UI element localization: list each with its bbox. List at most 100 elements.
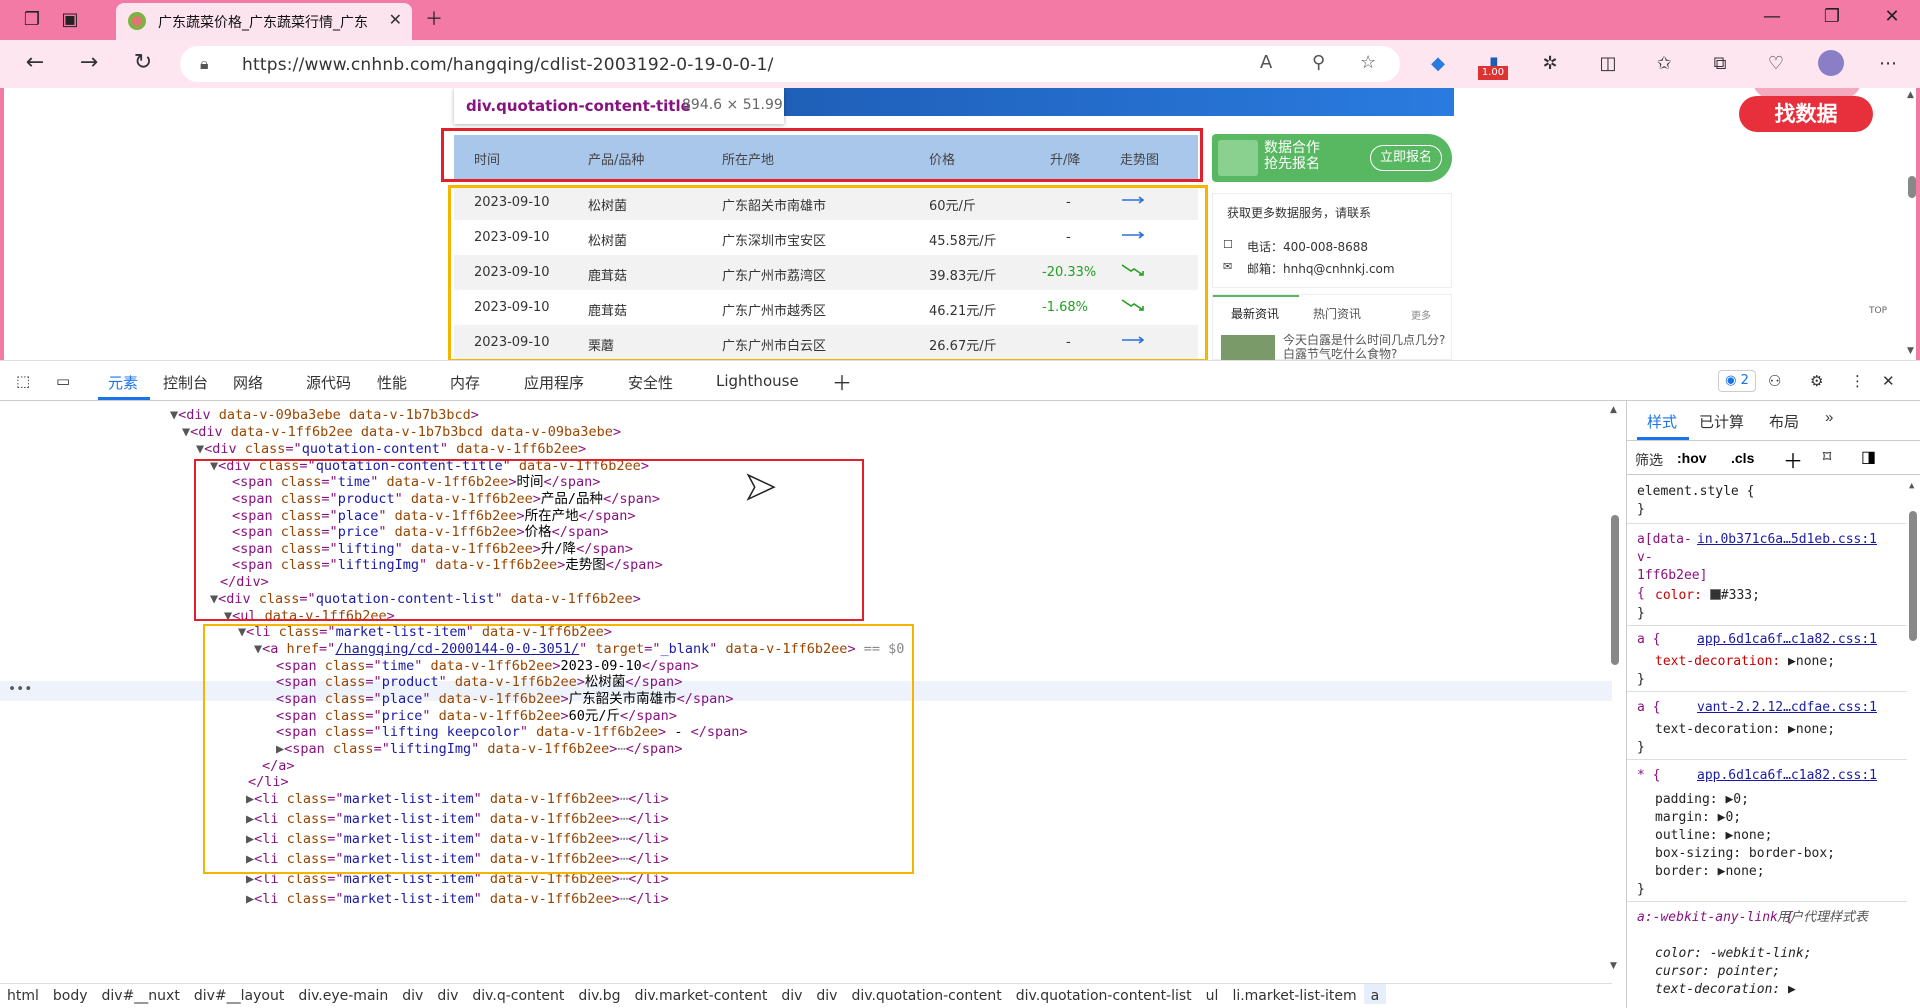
favorite-icon[interactable]: ☆ [1360,52,1376,73]
zoom-icon[interactable]: ⚲ [1312,52,1325,73]
tab-performance[interactable]: 性能 [377,372,407,393]
tab-memory[interactable]: 内存 [450,372,480,393]
breadcrumb-item[interactable]: div [774,984,809,1004]
new-tab-icon[interactable]: ＋ [420,6,448,34]
tab-actions-icon[interactable]: ▣ [56,6,84,34]
styles-scrollbar[interactable]: ▲ [1907,481,1919,1001]
data-cooperation-ad[interactable]: 数据合作 抢先报名 立即报名 [1212,134,1452,182]
rule1-source[interactable]: in.0b371c6a…5d1eb.css:1 [1697,531,1877,549]
rule2-selector: a { [1637,632,1661,647]
sidebar-toggle-icon[interactable]: ◨ [1861,447,1876,467]
refresh-icon[interactable]: ↻ [128,50,158,75]
more-icon[interactable]: ⋯ [1874,50,1902,78]
page-banner [784,88,1454,116]
tab-active[interactable]: 广东蔬菜价格_广东蔬菜行情_广东 ✕ [116,3,412,40]
signup-button[interactable]: 立即报名 [1370,145,1442,171]
rule3-decl-overridden: text-decoration: ▶none; [1655,722,1836,737]
rule2-source[interactable]: app.6d1ca6f…c1a82.css:1 [1697,631,1877,649]
breadcrumb-item[interactable]: div [430,984,465,1004]
breadcrumb-item[interactable]: div.quotation-content [844,984,1008,1004]
close-tab-icon[interactable]: ✕ [389,10,402,29]
elements-scrollbar[interactable]: ▲ ▼ [1608,405,1622,975]
contact-title: 获取更多数据服务，请联系 [1227,206,1372,220]
read-aloud-icon[interactable]: A [1260,52,1272,73]
breadcrumb-item[interactable]: div.market-content [628,984,775,1004]
breadcrumb-item[interactable]: body [46,984,95,1004]
tab-computed[interactable]: 已计算 [1699,411,1744,432]
news-thumbnail[interactable] [1221,335,1275,360]
breadcrumb-item[interactable]: div.quotation-content-list [1009,984,1199,1004]
devtools: ⬚ ▭ 元素 控制台 网络 源代码 性能 内存 应用程序 安全性 Lightho… [0,360,1920,1008]
element-style-rule: element.style { [1637,484,1755,499]
breadcrumb-item[interactable]: html [0,984,46,1004]
rule2-decl: text-decoration: ▶none; [1655,654,1836,669]
back-icon[interactable]: ← [20,50,50,75]
lock-icon[interactable]: 🔒︎ [200,54,209,74]
new-rule-icon[interactable]: ＋ [1783,445,1803,474]
ad-chart-icon [1218,140,1258,176]
breadcrumb-item[interactable]: div [809,984,844,1004]
breadcrumb-item[interactable]: div.bg [571,984,627,1004]
hov-toggle[interactable]: :hov [1677,450,1707,466]
breadcrumb-item[interactable]: li.market-list-item [1225,984,1363,1004]
restore-icon[interactable]: ❐ [1812,6,1852,27]
tab-hot-news[interactable]: 热门资讯 [1313,305,1361,322]
devtools-tabbar: ⬚ ▭ 元素 控制台 网络 源代码 性能 内存 应用程序 安全性 Lightho… [0,361,1920,401]
breadcrumb-item[interactable]: div#__layout [187,984,291,1004]
paint-icon[interactable]: ⌑ [1823,447,1831,467]
tab-layout[interactable]: 布局 [1769,411,1799,432]
tab-security[interactable]: 安全性 [628,372,673,393]
collections-icon[interactable]: ⧉ [1706,50,1734,78]
tab-network[interactable]: 网络 [233,372,263,393]
extensions-icon[interactable]: ✲ [1536,50,1564,78]
page-scrollbar[interactable]: ▲ ▼ [1904,88,1916,360]
breadcrumb-item[interactable]: div#__nuxt [95,984,187,1004]
device-toolbar-icon[interactable]: ▭ [56,372,70,390]
more-link[interactable]: 更多 [1411,307,1431,322]
profile-icon[interactable] [1818,50,1844,76]
rule4-source[interactable]: app.6d1ca6f…c1a82.css:1 [1697,767,1877,785]
tab-lighthouse[interactable]: Lighthouse [716,372,799,390]
more-tabs-icon[interactable]: » [1825,409,1833,426]
minimize-icon[interactable]: — [1752,6,1792,27]
tab-sources[interactable]: 源代码 [306,372,351,393]
forward-icon[interactable]: → [74,50,104,75]
devtools-close-icon[interactable]: ✕ [1882,372,1895,390]
url-text[interactable]: https://www.cnhnb.com/hangqing/cdlist-20… [242,55,774,75]
cls-toggle[interactable]: .cls [1731,450,1754,466]
filter-input[interactable]: 筛选 [1635,450,1663,470]
news-headline-2[interactable]: 白露节气吃什么食物? [1283,345,1397,360]
issues-icon: ◉ [1725,373,1741,388]
connections-icon[interactable]: ⚇ [1768,372,1781,390]
performance-icon[interactable]: ♡ [1762,50,1790,78]
breadcrumb-item[interactable]: a [1363,984,1387,1004]
extension-shield-icon[interactable]: ◆ [1424,50,1452,78]
breadcrumb-item[interactable]: ul [1199,984,1226,1004]
back-to-top[interactable]: TOP [1869,306,1887,316]
add-tab-icon[interactable]: ＋ [832,367,852,396]
breadcrumb-item[interactable]: div.q-content [465,984,571,1004]
address-bar[interactable]: 🔒︎ https://www.cnhnb.com/hangqing/cdlist… [180,46,1400,82]
breadcrumb-item[interactable]: div.eye-main [291,984,395,1004]
issues-count: 2 [1740,373,1749,388]
find-data-button[interactable]: 找数据 [1739,96,1873,132]
tab-console[interactable]: 控制台 [163,372,208,393]
tab-elements[interactable]: 元素 [108,372,138,393]
favorites-icon[interactable]: ✩ [1650,50,1678,78]
node-actions-icon[interactable]: ••• [8,681,32,697]
tab-latest-news[interactable]: 最新资讯 [1231,305,1279,322]
tab-title: 广东蔬菜价格_广东蔬菜行情_广东 [158,15,368,31]
settings-gear-icon[interactable]: ⚙ [1810,372,1823,390]
tab-application[interactable]: 应用程序 [524,372,584,393]
devtools-more-icon[interactable]: ⋮ [1850,372,1865,390]
rule3-source[interactable]: vant-2.2.12…cdfae.css:1 [1697,699,1877,717]
collapsed-list-item[interactable]: ▶<li class="market-list-item" data-v-1ff… [246,889,669,909]
web-page: div.quotation-content-title 894.6 × 51.9… [0,88,1920,360]
split-icon[interactable]: ◫ [1594,50,1622,78]
tab-styles[interactable]: 样式 [1647,411,1677,432]
workspaces-icon[interactable]: ❐ [18,6,46,34]
issues-badge[interactable]: ◉ 2 [1718,370,1756,392]
inspect-icon[interactable]: ⬚ [16,372,30,390]
close-window-icon[interactable]: ✕ [1872,6,1912,27]
breadcrumb-item[interactable]: div [395,984,430,1004]
